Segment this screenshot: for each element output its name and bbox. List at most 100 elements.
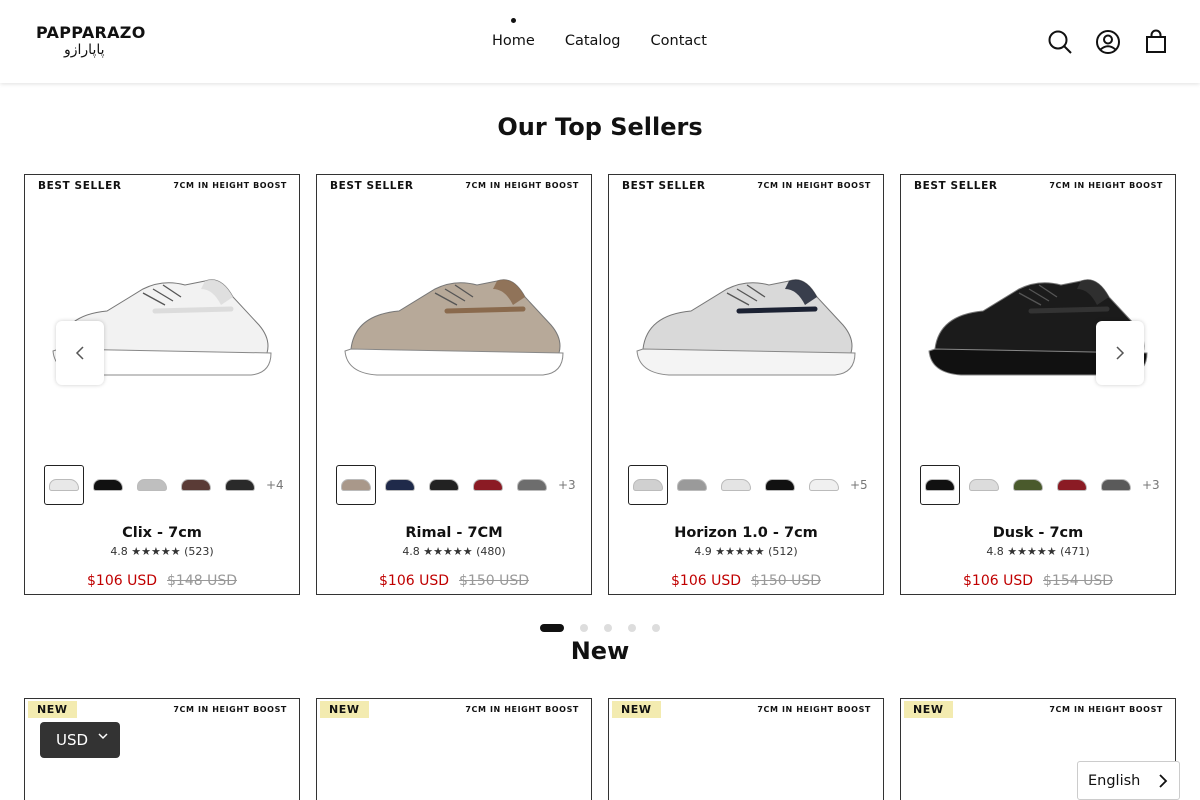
product-prices: $106 USD $150 USD — [609, 573, 883, 589]
product-card[interactable]: BEST SELLER 7CM IN HEIGHT BOOST +5 Horizon … — [608, 174, 884, 595]
compare-price: $150 USD — [459, 573, 529, 589]
cart-icon[interactable] — [1143, 29, 1169, 55]
pagination-dot[interactable] — [628, 624, 636, 632]
color-swatch[interactable] — [88, 465, 128, 505]
chevron-down-icon — [98, 733, 108, 740]
color-swatch[interactable] — [468, 465, 508, 505]
color-swatch[interactable] — [44, 465, 84, 505]
height-boost-label: 7CM IN HEIGHT BOOST — [173, 181, 287, 190]
carousel-prev-button[interactable] — [56, 321, 104, 385]
main-nav: Home Catalog Contact — [492, 18, 707, 49]
product-prices: $106 USD $148 USD — [25, 573, 299, 589]
product-name[interactable]: Clix - 7cm — [25, 525, 299, 541]
top-sellers-title: Our Top Sellers — [497, 113, 703, 141]
currency-value: USD — [56, 731, 89, 749]
product-name[interactable]: Rimal - 7CM — [317, 525, 591, 541]
chevron-right-icon — [1116, 346, 1125, 360]
best-seller-badge: BEST SELLER — [330, 180, 414, 192]
language-selector[interactable]: English — [1077, 761, 1180, 800]
color-swatch[interactable] — [380, 465, 420, 505]
color-swatch[interactable] — [132, 465, 172, 505]
color-swatch[interactable] — [424, 465, 464, 505]
logo-persian-text: پاپارازو — [64, 42, 105, 58]
more-colors-count[interactable]: +3 — [558, 478, 576, 492]
language-value: English — [1088, 772, 1141, 789]
new-badge: NEW — [320, 701, 369, 718]
pagination-dot[interactable] — [580, 624, 588, 632]
height-boost-label: 7CM IN HEIGHT BOOST — [1049, 181, 1163, 190]
product-card[interactable]: NEW 7CM IN HEIGHT BOOST — [316, 698, 592, 800]
color-swatch[interactable] — [176, 465, 216, 505]
color-swatch[interactable] — [512, 465, 552, 505]
active-nav-indicator — [511, 18, 516, 23]
color-swatch[interactable] — [1096, 465, 1136, 505]
new-section-title: New — [570, 637, 630, 665]
new-badge: NEW — [904, 701, 953, 718]
color-swatch[interactable] — [1008, 465, 1048, 505]
search-icon[interactable] — [1047, 29, 1073, 55]
color-swatches: +3 — [336, 465, 576, 505]
carousel-pagination — [540, 624, 660, 632]
sale-price: $106 USD — [379, 573, 449, 589]
product-rating: 4.9 ★★★★★ (512) — [694, 545, 798, 558]
product-prices: $106 USD $150 USD — [317, 573, 591, 589]
color-swatch[interactable] — [628, 465, 668, 505]
product-rating: 4.8 ★★★★★ (480) — [402, 545, 506, 558]
height-boost-label: 7CM IN HEIGHT BOOST — [465, 181, 579, 190]
height-boost-label: 7CM IN HEIGHT BOOST — [465, 705, 579, 714]
more-colors-count[interactable]: +5 — [850, 478, 868, 492]
product-prices: $106 USD $154 USD — [901, 573, 1175, 589]
product-image[interactable] — [337, 245, 573, 395]
account-icon[interactable] — [1095, 29, 1121, 55]
product-name[interactable]: Dusk - 7cm — [901, 525, 1175, 541]
sale-price: $106 USD — [671, 573, 741, 589]
height-boost-label: 7CM IN HEIGHT BOOST — [757, 705, 871, 714]
color-swatch[interactable] — [336, 465, 376, 505]
compare-price: $148 USD — [167, 573, 237, 589]
product-image[interactable] — [629, 245, 865, 395]
color-swatch[interactable] — [920, 465, 960, 505]
compare-price: $154 USD — [1043, 573, 1113, 589]
color-swatches: +4 — [44, 465, 284, 505]
product-card[interactable]: BEST SELLER 7CM IN HEIGHT BOOST +3 Rimal - … — [316, 174, 592, 595]
color-swatches: +5 — [628, 465, 868, 505]
chevron-right-icon — [1159, 774, 1168, 788]
nav-home[interactable]: Home — [492, 33, 535, 49]
best-seller-badge: BEST SELLER — [622, 180, 706, 192]
product-name[interactable]: Horizon 1.0 - 7cm — [609, 525, 883, 541]
color-swatch[interactable] — [716, 465, 756, 505]
height-boost-label: 7CM IN HEIGHT BOOST — [173, 705, 287, 714]
carousel-next-button[interactable] — [1096, 321, 1144, 385]
pagination-dot[interactable] — [652, 624, 660, 632]
nav-contact[interactable]: Contact — [651, 33, 707, 49]
color-swatch[interactable] — [672, 465, 712, 505]
height-boost-label: 7CM IN HEIGHT BOOST — [757, 181, 871, 190]
new-badge: NEW — [28, 701, 77, 718]
compare-price: $150 USD — [751, 573, 821, 589]
pagination-dot[interactable] — [540, 624, 564, 632]
color-swatches: +3 — [920, 465, 1160, 505]
currency-selector[interactable]: USD — [40, 722, 120, 758]
logo[interactable]: PAPPARAZO پاپارازو — [36, 24, 156, 62]
color-swatch[interactable] — [964, 465, 1004, 505]
chevron-left-icon — [75, 346, 84, 360]
nav-catalog[interactable]: Catalog — [565, 33, 621, 49]
color-swatch[interactable] — [804, 465, 844, 505]
pagination-dot[interactable] — [604, 624, 612, 632]
product-rating: 4.8 ★★★★★ (471) — [986, 545, 1090, 558]
product-rating: 4.8 ★★★★★ (523) — [110, 545, 214, 558]
sale-price: $106 USD — [87, 573, 157, 589]
sale-price: $106 USD — [963, 573, 1033, 589]
logo-text: PAPPARAZO — [36, 23, 146, 42]
color-swatch[interactable] — [1052, 465, 1092, 505]
height-boost-label: 7CM IN HEIGHT BOOST — [1049, 705, 1163, 714]
more-colors-count[interactable]: +4 — [266, 478, 284, 492]
color-swatch[interactable] — [760, 465, 800, 505]
site-header: PAPPARAZO پاپارازو Home Catalog Contact — [0, 0, 1200, 83]
best-seller-badge: BEST SELLER — [38, 180, 122, 192]
best-seller-badge: BEST SELLER — [914, 180, 998, 192]
color-swatch[interactable] — [220, 465, 260, 505]
product-card[interactable]: NEW 7CM IN HEIGHT BOOST — [608, 698, 884, 800]
more-colors-count[interactable]: +3 — [1142, 478, 1160, 492]
new-badge: NEW — [612, 701, 661, 718]
